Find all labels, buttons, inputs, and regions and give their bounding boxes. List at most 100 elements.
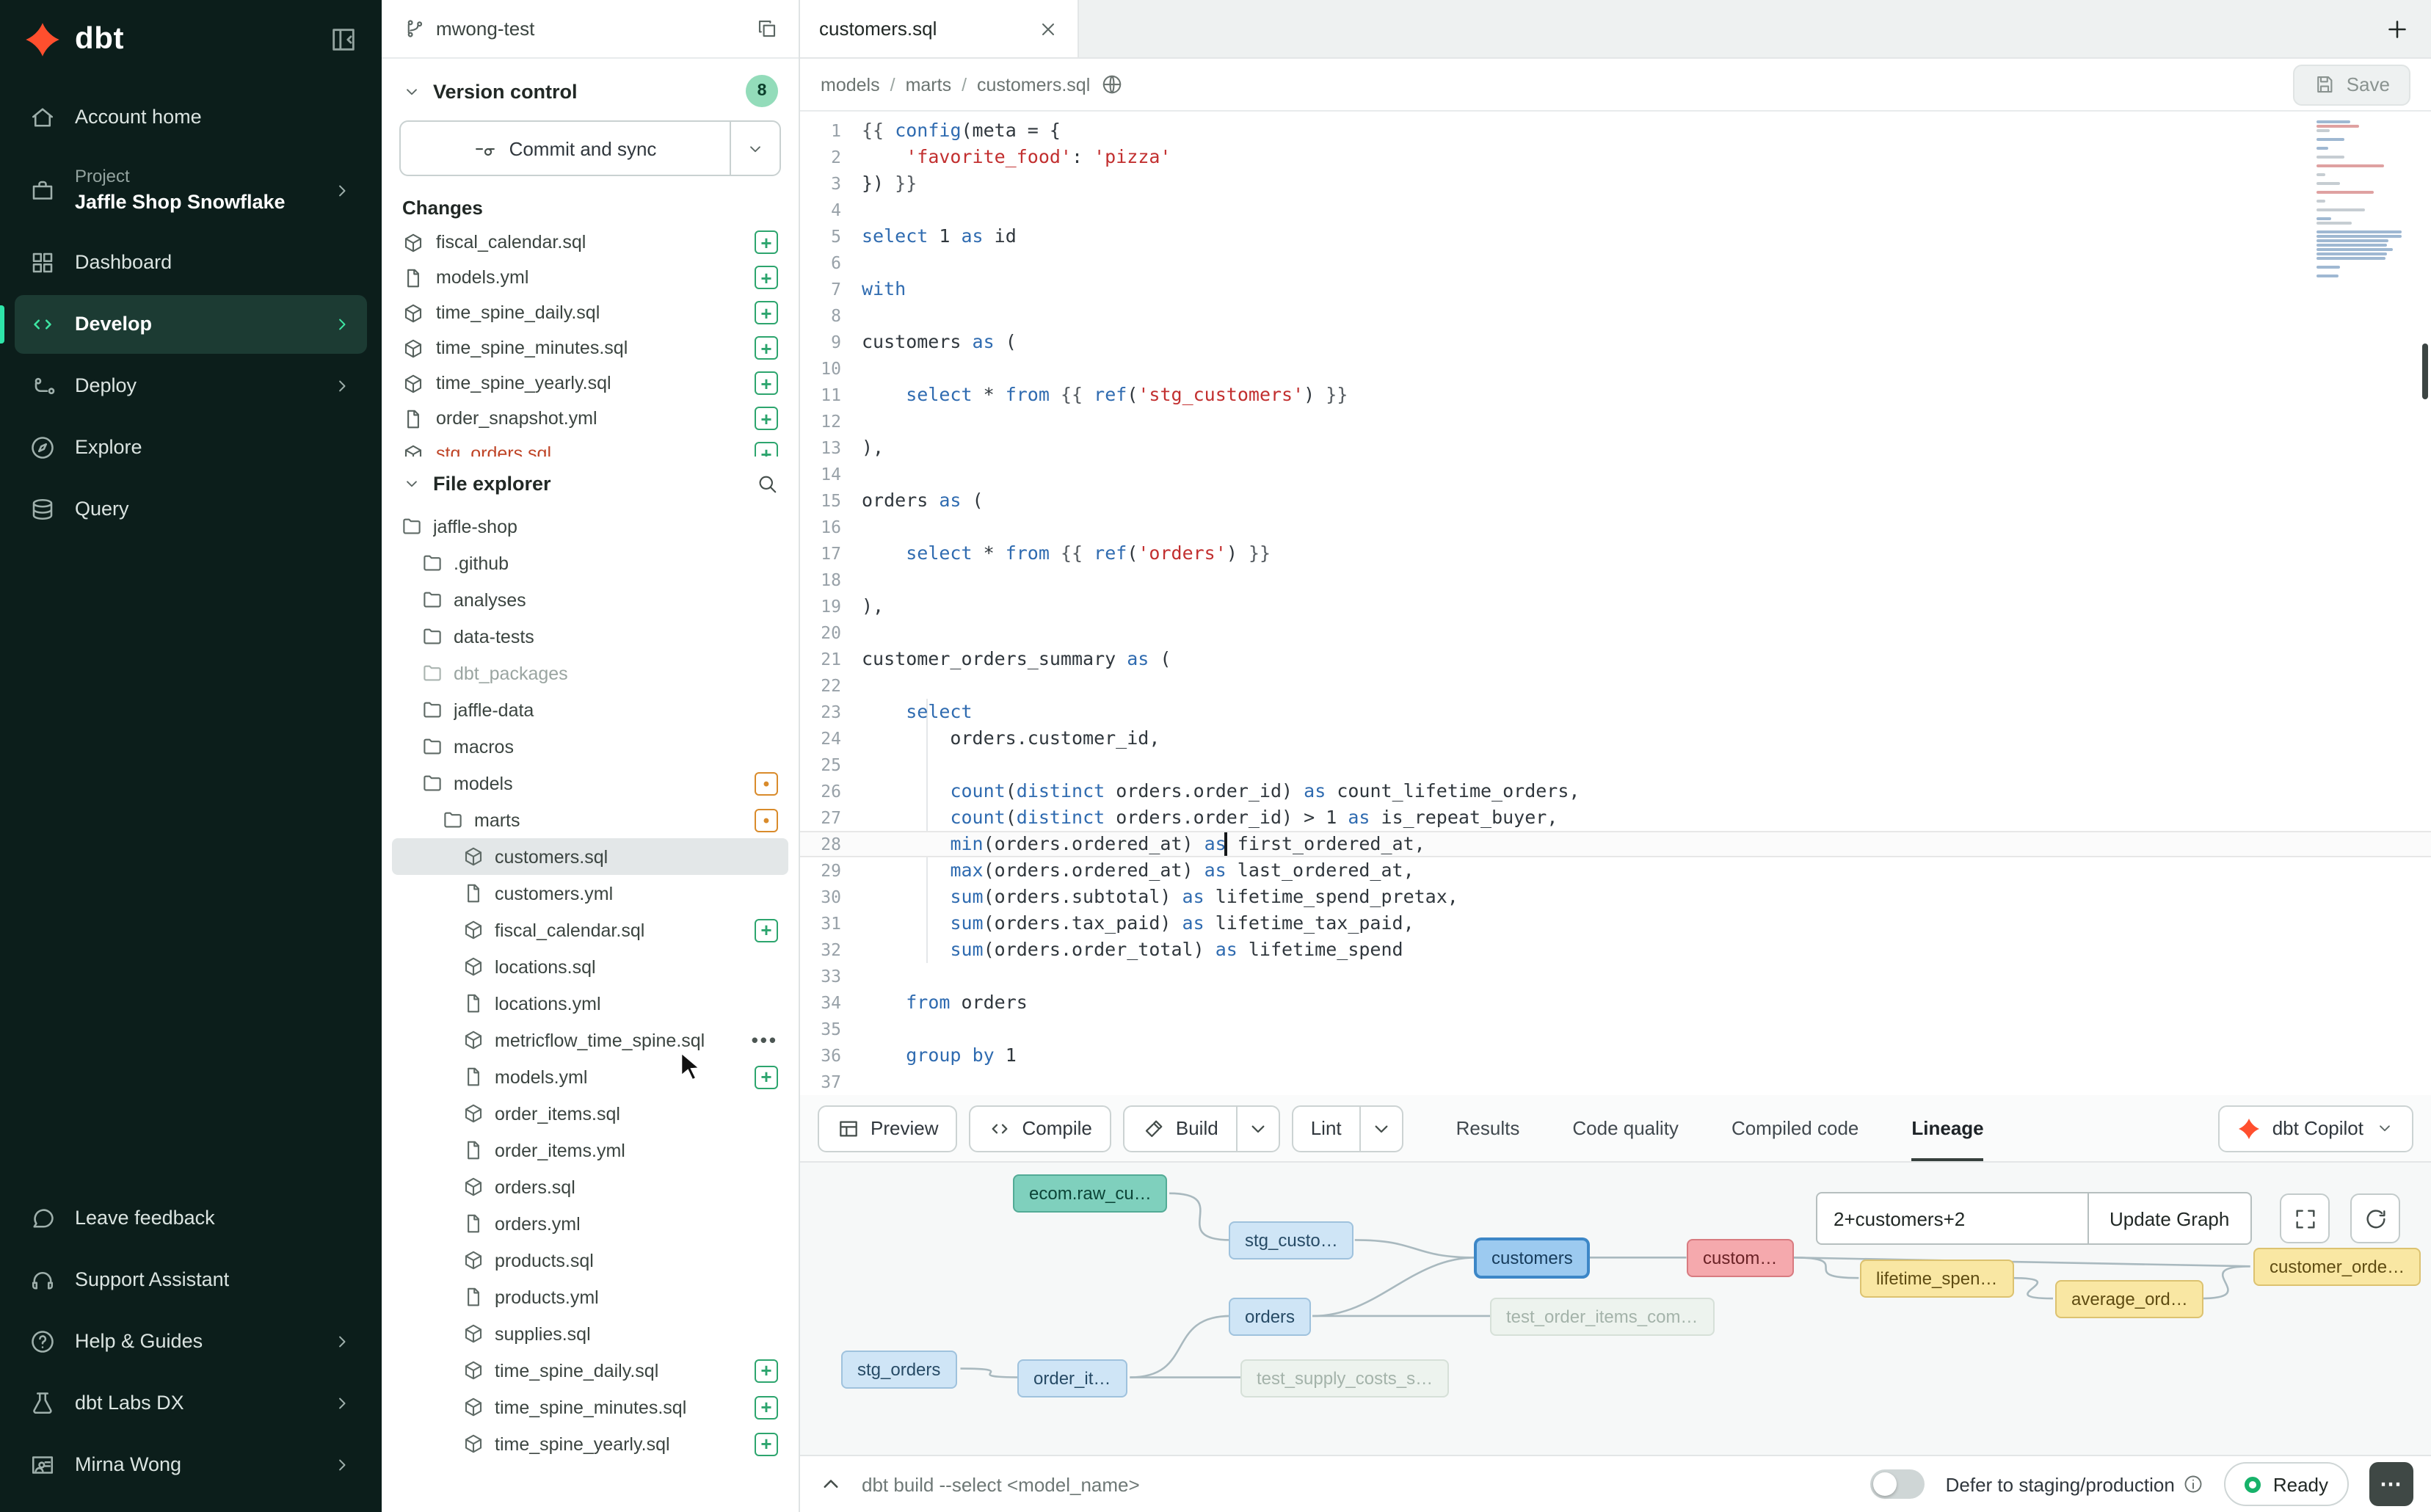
file-menu-button[interactable]: ••• (752, 1029, 778, 1051)
code-line-12[interactable]: 12 (800, 408, 2431, 435)
change-row-models-yml[interactable]: models.yml+ (392, 260, 788, 295)
dbt-copilot-button[interactable]: dbt Copilot (2218, 1105, 2413, 1152)
lineage-node-order-it[interactable]: order_it… (1017, 1359, 1127, 1397)
code-line-5[interactable]: 5select 1 as id (800, 223, 2431, 250)
breadcrumb-segment[interactable]: marts (906, 74, 952, 95)
commit-options-button[interactable] (730, 122, 780, 175)
command-input[interactable]: dbt build --select <model_name> (862, 1473, 1140, 1495)
tree-item-products-sql[interactable]: products.sql (392, 1242, 788, 1279)
build-options-button[interactable] (1236, 1106, 1279, 1150)
code-line-34[interactable]: 34 from orders (800, 989, 2431, 1016)
tree-item-order-items-yml[interactable]: order_items.yml (392, 1132, 788, 1168)
sidebar-item-query[interactable]: Query (15, 480, 367, 539)
new-tab-plus-icon[interactable] (2384, 15, 2410, 42)
lineage-node-lifetime-spen[interactable]: lifetime_spen… (1860, 1260, 2013, 1298)
code-line-14[interactable]: 14 (800, 461, 2431, 487)
tree-item-fiscal-calendar-sql[interactable]: fiscal_calendar.sql+ (392, 912, 788, 948)
stage-add-icon[interactable]: + (755, 336, 778, 360)
tree-item-supplies-sql[interactable]: supplies.sql (392, 1315, 788, 1352)
tab-customers-sql[interactable]: customers.sql (800, 0, 1079, 57)
compile-button[interactable]: Compile (970, 1105, 1111, 1152)
code-line-35[interactable]: 35 (800, 1016, 2431, 1042)
file-explorer-header[interactable]: File explorer (382, 457, 799, 505)
sidebar-item-leave-feedback[interactable]: Leave feedback (15, 1189, 367, 1248)
tab-results[interactable]: Results (1456, 1095, 1520, 1161)
tree-item-time-spine-daily-sql[interactable]: time_spine_daily.sql+ (392, 1352, 788, 1389)
lineage-node-orders[interactable]: orders (1229, 1298, 1311, 1336)
lineage-node-customers[interactable]: customers (1475, 1239, 1589, 1277)
version-control-header[interactable]: Version control 8 (382, 59, 799, 117)
code-line-37[interactable]: 37 (800, 1069, 2431, 1095)
code-line-27[interactable]: 27 count(distinct orders.order_id) > 1 a… (800, 804, 2431, 831)
code-line-16[interactable]: 16 (800, 514, 2431, 540)
sidebar-item-develop[interactable]: Develop (15, 295, 367, 354)
tree-item-models-yml[interactable]: models.yml+ (392, 1058, 788, 1095)
tab-compiled-code[interactable]: Compiled code (1732, 1095, 1858, 1161)
code-line-4[interactable]: 4 (800, 197, 2431, 223)
code-line-18[interactable]: 18 (800, 567, 2431, 593)
tree-item-time-spine-minutes-sql[interactable]: time_spine_minutes.sql+ (392, 1389, 788, 1425)
code-editor[interactable]: 1{{ config(meta = {2 'favorite_food': 'p… (800, 112, 2431, 1095)
tree-item-customers-yml[interactable]: customers.yml (392, 875, 788, 912)
sidebar-item-project[interactable]: ProjectJaffle Shop Snowflake (15, 150, 367, 230)
minimap[interactable] (2316, 120, 2408, 283)
code-line-9[interactable]: 9customers as ( (800, 329, 2431, 355)
refresh-graph-button[interactable] (2350, 1193, 2400, 1243)
tree-item-data-tests[interactable]: data-tests (392, 618, 788, 655)
sidebar-item-deploy[interactable]: Deploy (15, 357, 367, 415)
code-line-26[interactable]: 26 count(distinct orders.order_id) as co… (800, 778, 2431, 804)
code-line-6[interactable]: 6 (800, 250, 2431, 276)
tab-lineage[interactable]: Lineage (1911, 1095, 1983, 1161)
stage-add-icon[interactable]: + (755, 371, 778, 395)
tree-item-dbt-packages[interactable]: dbt_packages (392, 655, 788, 691)
change-row-time-spine-yearly-sql[interactable]: time_spine_yearly.sql+ (392, 366, 788, 401)
editor-scrollbar-thumb[interactable] (2422, 344, 2428, 399)
code-line-11[interactable]: 11 select * from {{ ref('stg_customers')… (800, 382, 2431, 408)
tree-item-marts[interactable]: marts• (392, 802, 788, 838)
expand-command-icon[interactable] (818, 1471, 844, 1497)
stage-add-icon[interactable]: + (755, 301, 778, 324)
lineage-node-stg-custo[interactable]: stg_custo… (1229, 1221, 1354, 1260)
code-line-19[interactable]: 19), (800, 593, 2431, 619)
tree-item-macros[interactable]: macros (392, 728, 788, 765)
stage-add-icon[interactable]: + (755, 230, 778, 254)
branch-row[interactable]: mwong-test (382, 0, 799, 59)
lineage-node-customer-orde[interactable]: customer_orde… (2253, 1248, 2421, 1286)
code-line-23[interactable]: 23 select (800, 699, 2431, 725)
code-line-25[interactable]: 25 (800, 752, 2431, 778)
code-line-32[interactable]: 32 sum(orders.order_total) as lifetime_s… (800, 937, 2431, 963)
code-line-33[interactable]: 33 (800, 963, 2431, 989)
preview-button[interactable]: Preview (818, 1105, 958, 1152)
update-graph-button[interactable]: Update Graph (2089, 1192, 2251, 1245)
code-line-7[interactable]: 7with (800, 276, 2431, 302)
copy-branch-icon[interactable] (756, 18, 778, 40)
docs-globe-icon[interactable] (1100, 73, 1122, 95)
change-row-stg-orders-sql[interactable]: stg_orders.sql+ (392, 436, 788, 457)
search-icon[interactable] (756, 473, 778, 495)
sidebar-item-dashboard[interactable]: Dashboard (15, 233, 367, 292)
defer-toggle[interactable] (1871, 1469, 1925, 1499)
sidebar-item-explore[interactable]: Explore (15, 418, 367, 477)
code-line-15[interactable]: 15orders as ( (800, 487, 2431, 514)
code-line-24[interactable]: 24 orders.customer_id, (800, 725, 2431, 752)
tree-item-metricflow-time-spine-sql[interactable]: metricflow_time_spine.sql••• (392, 1022, 788, 1058)
change-row-fiscal-calendar-sql[interactable]: fiscal_calendar.sql+ (392, 225, 788, 260)
sidebar-item-mirna-wong[interactable]: Mirna Wong (15, 1436, 367, 1494)
tree-item-products-yml[interactable]: products.yml (392, 1279, 788, 1315)
lineage-node-average-ord[interactable]: average_ord… (2055, 1280, 2204, 1318)
code-line-1[interactable]: 1{{ config(meta = { (800, 117, 2431, 144)
lineage-node-stg-orders[interactable]: stg_orders (841, 1351, 956, 1389)
code-line-36[interactable]: 36 group by 1 (800, 1042, 2431, 1069)
stage-add-icon[interactable]: + (755, 266, 778, 289)
tree-item-orders-yml[interactable]: orders.yml (392, 1205, 788, 1242)
change-row-order-snapshot-yml[interactable]: order_snapshot.yml+ (392, 401, 788, 436)
stage-add-icon[interactable]: + (755, 407, 778, 430)
sidebar-item-dbt-labs-dx[interactable]: dbt Labs DX (15, 1374, 367, 1433)
collapse-sidebar-icon[interactable] (329, 25, 358, 54)
code-line-2[interactable]: 2 'favorite_food': 'pizza' (800, 144, 2431, 170)
lineage-node-test-order-items-com[interactable]: test_order_items_com… (1490, 1298, 1714, 1336)
close-icon[interactable] (1038, 18, 1058, 39)
sidebar-item-help-guides[interactable]: Help & Guides (15, 1312, 367, 1371)
status-badge[interactable]: Ready (2225, 1462, 2349, 1506)
tab-code-quality[interactable]: Code quality (1572, 1095, 1679, 1161)
